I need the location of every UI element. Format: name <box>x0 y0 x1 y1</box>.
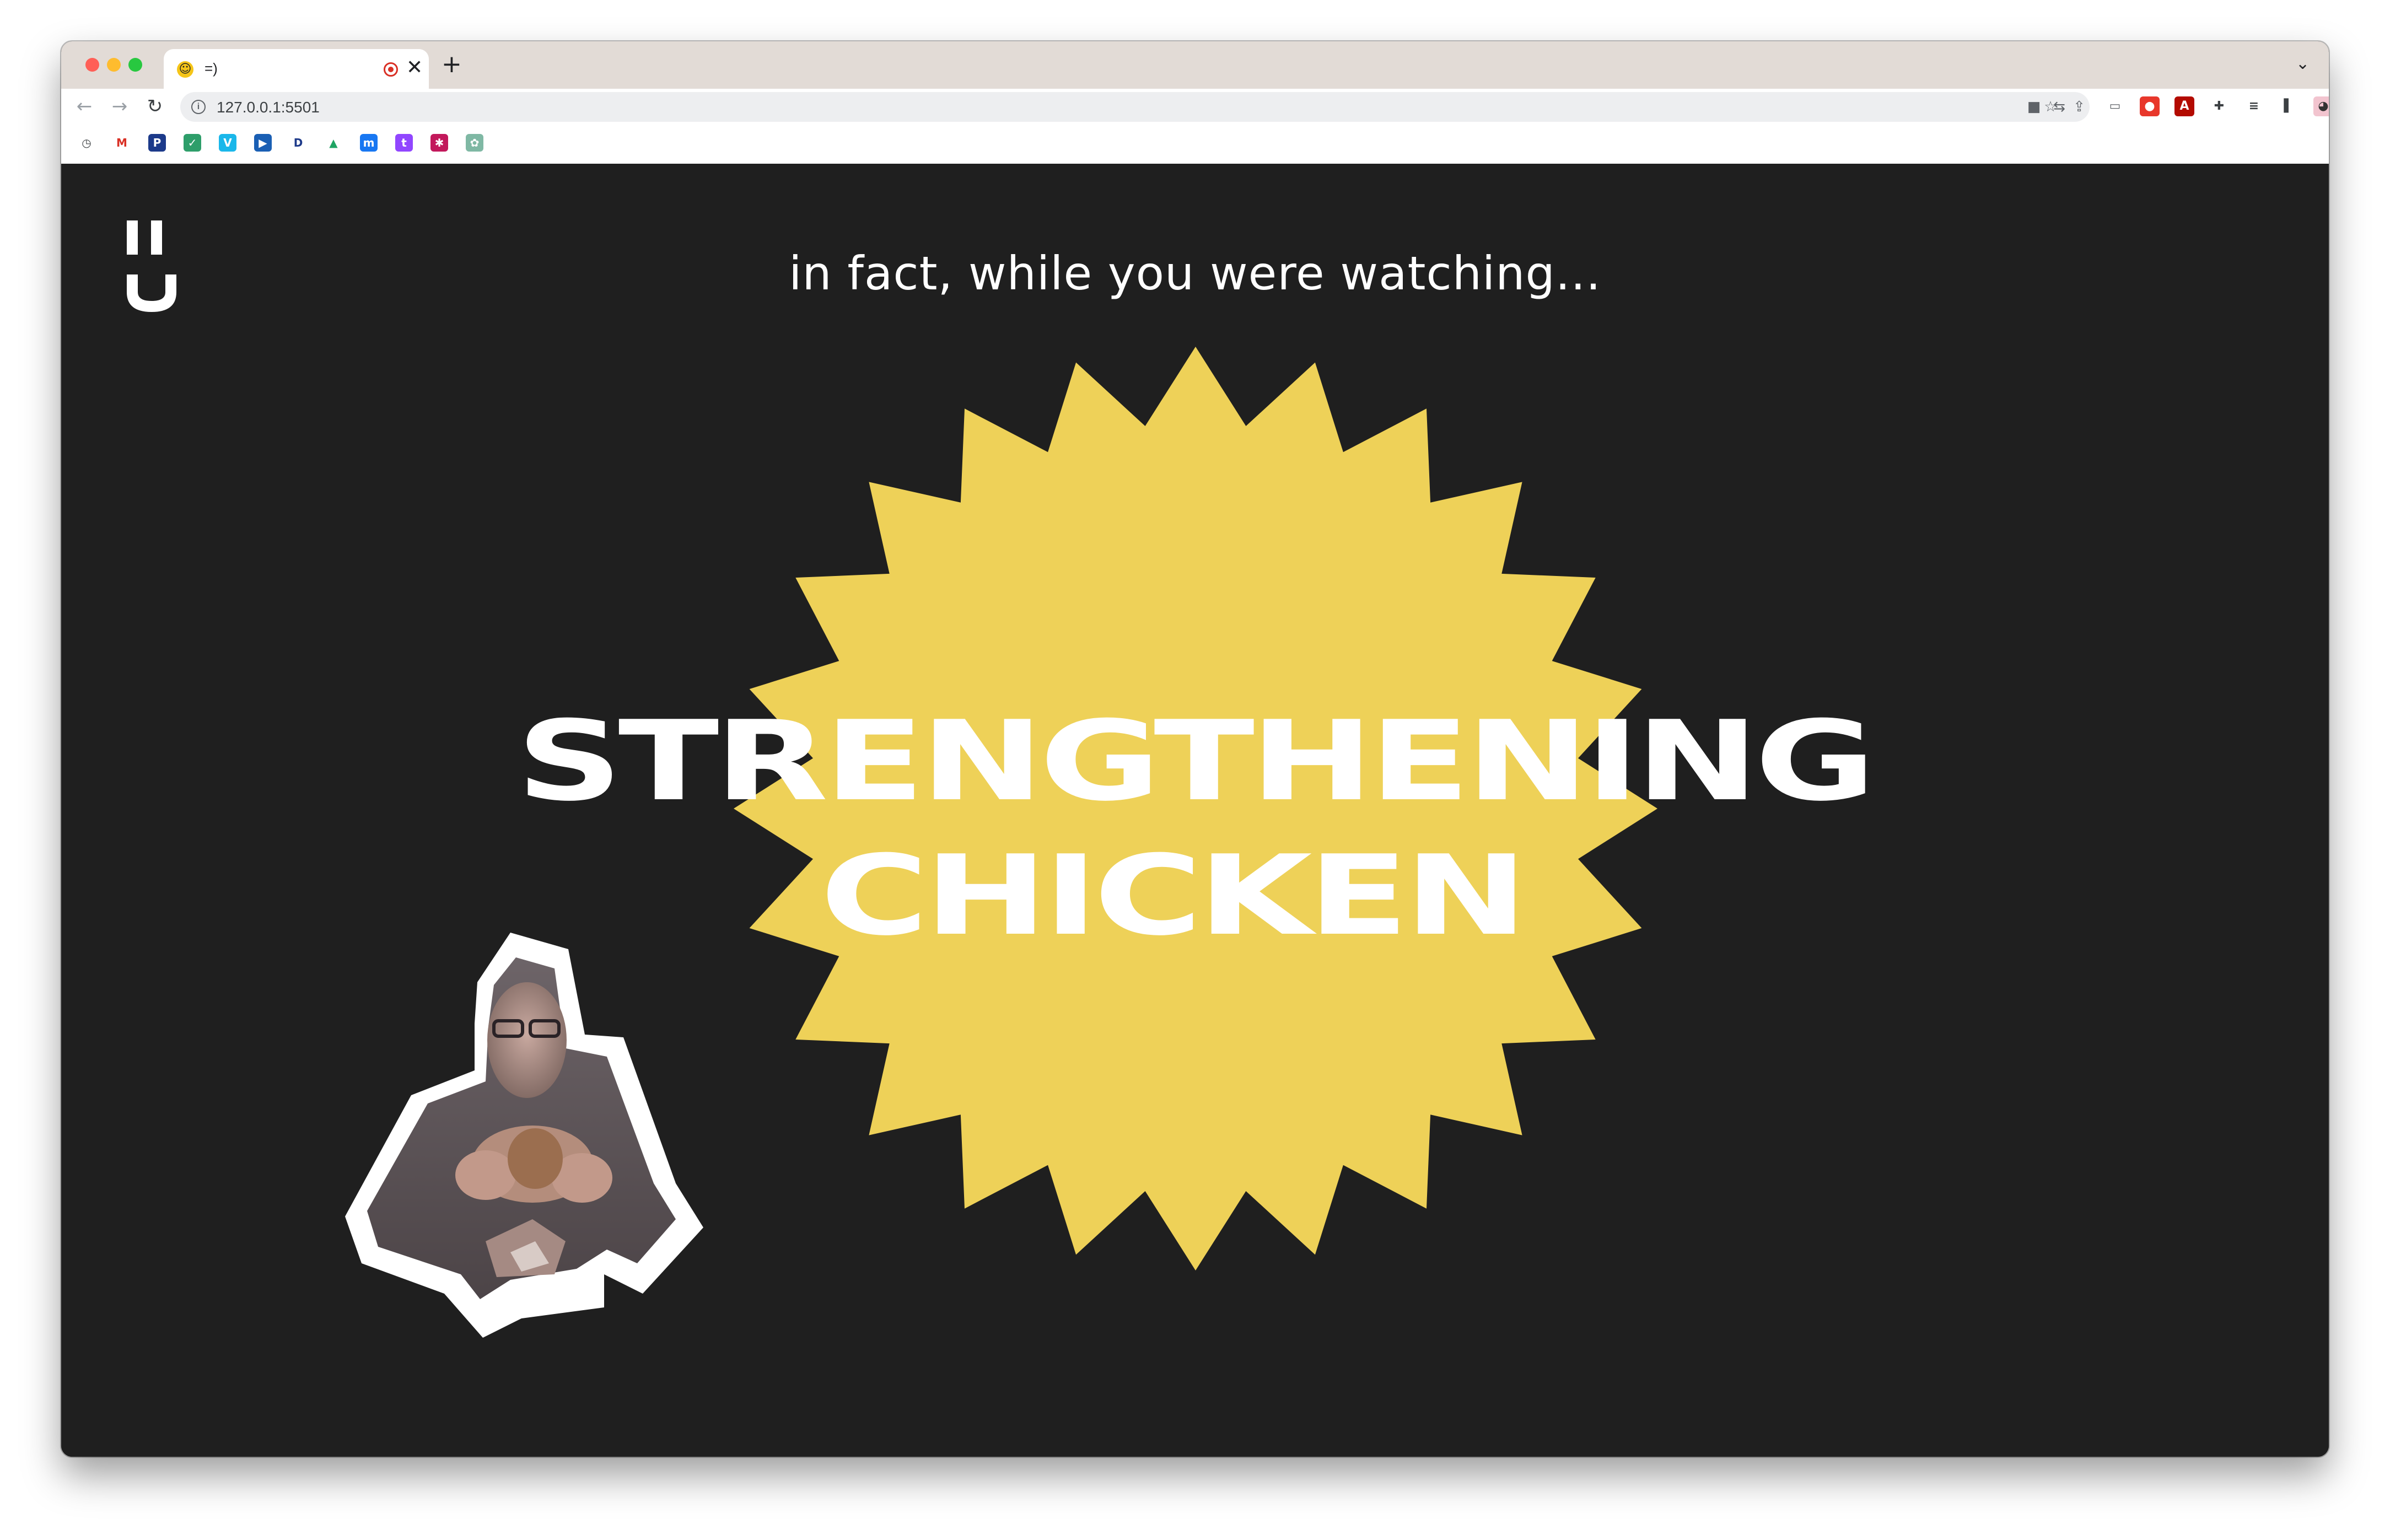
tab-strip: ☺ =) ✕ + ⌄ <box>61 41 2329 89</box>
tab-search-chevron-icon[interactable]: ⌄ <box>2296 56 2312 72</box>
back-arrow-icon[interactable]: ← <box>73 95 95 117</box>
disney-bookmark-icon[interactable]: D <box>289 134 307 152</box>
reload-icon[interactable]: ↻ <box>144 95 166 117</box>
twitch-bookmark-icon[interactable]: t <box>395 134 413 152</box>
bookmarks-bar: ◷ M P ✓ V ▶ D ▲ m t ✱ ✿ <box>61 124 2329 164</box>
window-close-button[interactable] <box>85 58 99 72</box>
page-content: in fact, while you were watching... STRE… <box>61 164 2329 1457</box>
record-extension-icon[interactable]: ● <box>2140 96 2160 116</box>
recording-indicator-icon <box>384 62 398 77</box>
gmail-bookmark-icon[interactable]: M <box>113 134 131 152</box>
chatgpt-bookmark-icon[interactable]: ✿ <box>466 134 483 152</box>
share-icon[interactable]: ⇪ <box>2070 98 2088 116</box>
new-tab-button[interactable]: + <box>442 50 462 79</box>
acrobat-icon[interactable]: A <box>2174 96 2194 116</box>
messenger-bookmark-icon[interactable]: m <box>360 134 378 152</box>
forward-arrow-icon[interactable]: → <box>109 95 131 117</box>
bookmark-star-icon[interactable]: ☆ <box>2041 98 2060 116</box>
side-panel-icon[interactable]: ▌ <box>2279 96 2299 116</box>
drive-bookmark-icon[interactable]: ▲ <box>325 134 342 152</box>
browser-window: ☺ =) ✕ + ⌄ ← → ↻ i 127.0.0.1:5501 ■ ⇆ ⇪ … <box>61 41 2329 1457</box>
app-bookmark-icon[interactable]: ✱ <box>430 134 448 152</box>
window-maximize-button[interactable] <box>128 58 142 72</box>
headline-line-1: STRENGTHENING <box>516 697 1876 826</box>
pluralsight-bookmark-icon[interactable]: P <box>148 134 166 152</box>
play-bookmark-icon[interactable]: ▶ <box>254 134 272 152</box>
url-text[interactable]: 127.0.0.1:5501 <box>217 99 320 116</box>
vimeo-bookmark-icon[interactable]: V <box>219 134 236 152</box>
window-minimize-button[interactable] <box>107 58 121 72</box>
page-subtitle: in fact, while you were watching... <box>789 246 1601 300</box>
browser-toolbar: ← → ↻ i 127.0.0.1:5501 ■ ⇆ ⇪ ☆ ▭●A✚≡▌◕⋮ <box>61 89 2329 124</box>
site-info-icon[interactable]: i <box>191 100 206 114</box>
active-tab[interactable]: ☺ =) ✕ <box>164 49 429 89</box>
reading-list-icon[interactable]: ≡ <box>2244 96 2264 116</box>
puzzle-extensions-icon[interactable]: ✚ <box>2209 96 2229 116</box>
camera-icon[interactable]: ■ <box>2025 98 2043 116</box>
tab-title: =) <box>204 60 218 77</box>
tab-close-icon[interactable]: ✕ <box>406 57 423 79</box>
smiley-favicon-icon: ☺ <box>177 61 193 78</box>
profile-avatar-icon[interactable]: ◕ <box>2313 96 2329 116</box>
history-bookmark-icon[interactable]: ◷ <box>78 134 95 152</box>
todo-bookmark-icon[interactable]: ✓ <box>184 134 201 152</box>
screen-cast-icon[interactable]: ▭ <box>2105 96 2125 116</box>
man-with-chicken-sticker <box>345 933 703 1338</box>
address-bar[interactable]: i 127.0.0.1:5501 ■ ⇆ <box>180 92 2090 122</box>
